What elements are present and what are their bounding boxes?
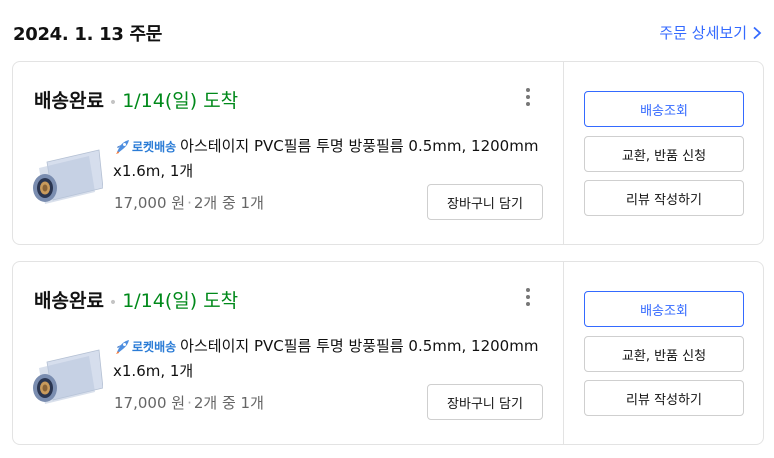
arrival-date: 1/14(일) 도착 <box>122 90 239 112</box>
rocket-icon <box>116 139 129 154</box>
product-title-text: 아스테이지 PVC필름 투명 방풍필름 0.5mm, 1200mm x1.6m,… <box>113 137 539 180</box>
product-thumbnail[interactable] <box>29 348 103 408</box>
chevron-right-icon <box>753 26 762 39</box>
add-to-cart-button[interactable]: 장바구니 담기 <box>427 384 543 420</box>
delivery-status: 배송완료 <box>34 90 104 112</box>
price: 17,000 원 <box>114 194 186 212</box>
rocket-icon <box>116 339 129 354</box>
order-item-main: 배송완료 • 1/14(일) 도착 로켓배송 아스테이지 PVC필름 투명 방풍… <box>13 262 563 444</box>
write-review-button[interactable]: 리뷰 작성하기 <box>584 180 744 216</box>
write-review-button[interactable]: 리뷰 작성하기 <box>584 380 744 416</box>
add-to-cart-button[interactable]: 장바구니 담기 <box>427 184 543 220</box>
exchange-return-button[interactable]: 교환, 반품 신청 <box>584 136 744 172</box>
price-line: 17,000 원 · 2개 중 1개 <box>114 192 264 213</box>
order-date: 2024. 1. 13 주문 <box>13 24 163 45</box>
delivery-status: 배송완료 <box>34 290 104 312</box>
price: 17,000 원 <box>114 394 186 412</box>
delivery-status-line: 배송완료 • 1/14(일) 도착 <box>34 286 238 313</box>
more-options-icon[interactable] <box>519 288 537 308</box>
rocket-badge: 로켓배송 <box>113 335 176 359</box>
order-detail-label: 주문 상세보기 <box>659 24 747 42</box>
price-separator: · <box>187 394 192 412</box>
arrival-date: 1/14(일) 도착 <box>122 290 239 312</box>
delivery-status-line: 배송완료 • 1/14(일) 도착 <box>34 86 238 113</box>
more-options-icon[interactable] <box>519 88 537 108</box>
order-header: 2024. 1. 13 주문 주문 상세보기 <box>13 20 763 45</box>
order-actions: 배송조회 교환, 반품 신청 리뷰 작성하기 <box>563 262 763 444</box>
product-thumbnail[interactable] <box>29 148 103 208</box>
quantity: 2개 중 1개 <box>193 394 264 412</box>
rocket-badge: 로켓배송 <box>113 135 176 159</box>
product-title-text: 아스테이지 PVC필름 투명 방풍필름 0.5mm, 1200mm x1.6m,… <box>113 337 539 380</box>
product-title[interactable]: 로켓배송 아스테이지 PVC필름 투명 방풍필름 0.5mm, 1200mm x… <box>113 134 543 183</box>
status-separator: • <box>108 295 118 311</box>
status-separator: • <box>108 95 118 111</box>
exchange-return-button[interactable]: 교환, 반품 신청 <box>584 336 744 372</box>
track-delivery-button[interactable]: 배송조회 <box>584 291 744 327</box>
order-actions: 배송조회 교환, 반품 신청 리뷰 작성하기 <box>563 62 763 244</box>
order-item-card: 배송완료 • 1/14(일) 도착 로켓배송 아스테이지 PVC필름 투명 방풍… <box>12 61 764 245</box>
price-separator: · <box>187 194 192 212</box>
order-detail-link[interactable]: 주문 상세보기 <box>659 22 763 43</box>
price-line: 17,000 원 · 2개 중 1개 <box>114 392 264 413</box>
rocket-label: 로켓배송 <box>132 139 177 154</box>
product-title[interactable]: 로켓배송 아스테이지 PVC필름 투명 방풍필름 0.5mm, 1200mm x… <box>113 334 543 383</box>
order-item-main: 배송완료 • 1/14(일) 도착 로켓배송 아스테이지 PVC필름 투명 방풍… <box>13 62 563 244</box>
track-delivery-button[interactable]: 배송조회 <box>584 91 744 127</box>
quantity: 2개 중 1개 <box>193 194 264 212</box>
rocket-label: 로켓배송 <box>132 339 177 354</box>
order-item-card: 배송완료 • 1/14(일) 도착 로켓배송 아스테이지 PVC필름 투명 방풍… <box>12 261 764 445</box>
